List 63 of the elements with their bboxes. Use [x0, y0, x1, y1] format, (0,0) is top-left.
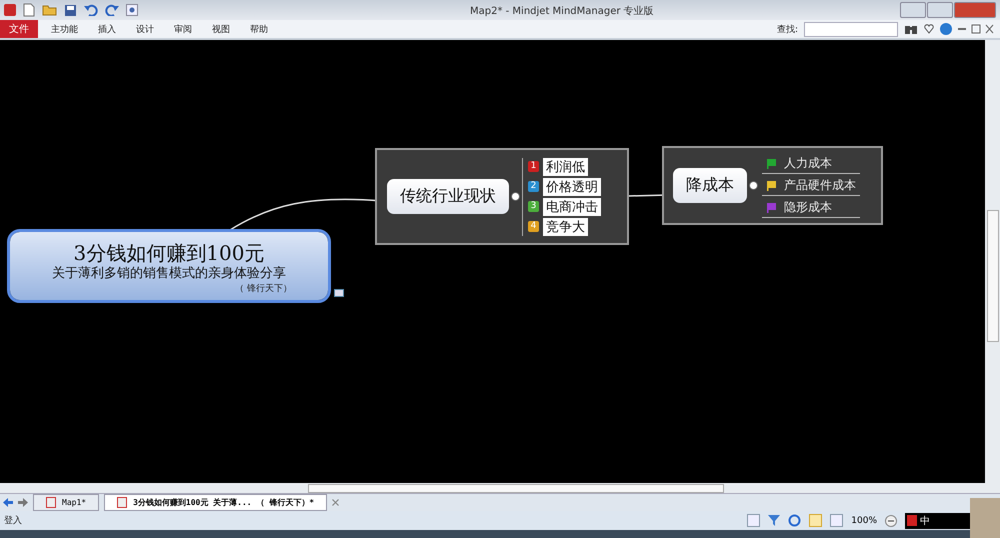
- central-subtitle: 关于薄利多销的销售模式的亲身体验分享: [52, 265, 286, 282]
- window-title: Map2* - Mindjet MindManager 专业版: [470, 4, 654, 18]
- central-title: 3分钱如何赚到100元: [74, 242, 264, 264]
- ime-mode: 中: [920, 514, 930, 528]
- horizontal-scrollbar[interactable]: [0, 483, 1000, 494]
- subtopic[interactable]: 产品硬件成本: [784, 176, 856, 194]
- priority-icon: 4: [528, 221, 539, 232]
- close-icon[interactable]: [332, 499, 340, 506]
- priority-icon: 1: [528, 161, 539, 172]
- filter-icon[interactable]: [768, 515, 780, 526]
- main-topic[interactable]: 降成本: [673, 168, 747, 203]
- subtopic[interactable]: 隐形成本: [784, 198, 832, 216]
- maximize-button[interactable]: [927, 2, 953, 18]
- folder-icon[interactable]: [42, 4, 57, 16]
- redo-icon[interactable]: [105, 4, 119, 16]
- forward-arrow-icon[interactable]: [18, 498, 28, 507]
- search-field[interactable]: [804, 22, 898, 36]
- back-arrow-icon[interactable]: [3, 498, 13, 507]
- photo-placeholder: [970, 498, 1000, 538]
- zoom-out-icon[interactable]: [885, 514, 897, 526]
- refresh-icon[interactable]: [788, 514, 802, 527]
- main-topic[interactable]: 传统行业现状: [387, 179, 509, 214]
- subtopic[interactable]: 竞争大: [543, 218, 588, 236]
- save-icon[interactable]: [64, 4, 77, 16]
- map-file-icon: [46, 497, 56, 508]
- ribbon-tab[interactable]: 设计: [129, 22, 161, 36]
- ribbon-tab[interactable]: 帮助: [243, 22, 275, 36]
- ribbon-tab[interactable]: 插入: [91, 22, 123, 36]
- flag-icon: [766, 202, 777, 212]
- flag-icon: [766, 158, 777, 168]
- ime-logo-icon: [907, 515, 917, 526]
- minimize-button[interactable]: [900, 2, 926, 18]
- search-label: 查找:: [776, 24, 798, 36]
- document-tab[interactable]: 3分钱如何赚到100元 关于薄... （ 锋行天下）*: [104, 494, 328, 511]
- input-method-bar[interactable]: 中: [905, 512, 970, 528]
- subtopic[interactable]: 人力成本: [784, 154, 832, 172]
- note-icon[interactable]: [334, 289, 344, 297]
- flag-icon: [766, 180, 777, 190]
- collapse-icon[interactable]: [511, 192, 520, 201]
- vertical-scrollbar[interactable]: [985, 40, 1000, 483]
- fit-map-icon[interactable]: [809, 514, 822, 527]
- central-topic[interactable]: 3分钱如何赚到100元 关于薄利多销的销售模式的亲身体验分享 （ 锋行天下）: [10, 232, 328, 300]
- ribbon-tab[interactable]: 主功能: [44, 22, 85, 36]
- document-tab[interactable]: Map1*: [33, 494, 100, 511]
- central-author: （ 锋行天下）: [235, 282, 292, 295]
- collapse-icon[interactable]: [749, 181, 758, 190]
- map-file-icon: [117, 497, 128, 508]
- login-button[interactable]: 登入: [4, 514, 22, 527]
- window-controls-icon[interactable]: [958, 24, 994, 34]
- binoculars-icon[interactable]: [904, 23, 918, 35]
- subtopic[interactable]: 价格透明: [543, 178, 601, 196]
- heart-icon[interactable]: [924, 24, 934, 34]
- subtopic[interactable]: 利润低: [543, 158, 588, 176]
- undo-icon[interactable]: [84, 4, 98, 16]
- file-tab[interactable]: 文件: [0, 19, 38, 39]
- zoom-level: 100%: [851, 516, 877, 526]
- new-file-icon[interactable]: [23, 3, 35, 17]
- priority-icon: 2: [528, 181, 539, 192]
- priority-icon: 3: [528, 201, 539, 212]
- ribbon-tab[interactable]: 视图: [205, 22, 237, 36]
- ribbon-tab[interactable]: 审阅: [167, 22, 199, 36]
- subtopic[interactable]: 电商冲击: [543, 198, 601, 216]
- app-logo-icon[interactable]: [4, 4, 16, 16]
